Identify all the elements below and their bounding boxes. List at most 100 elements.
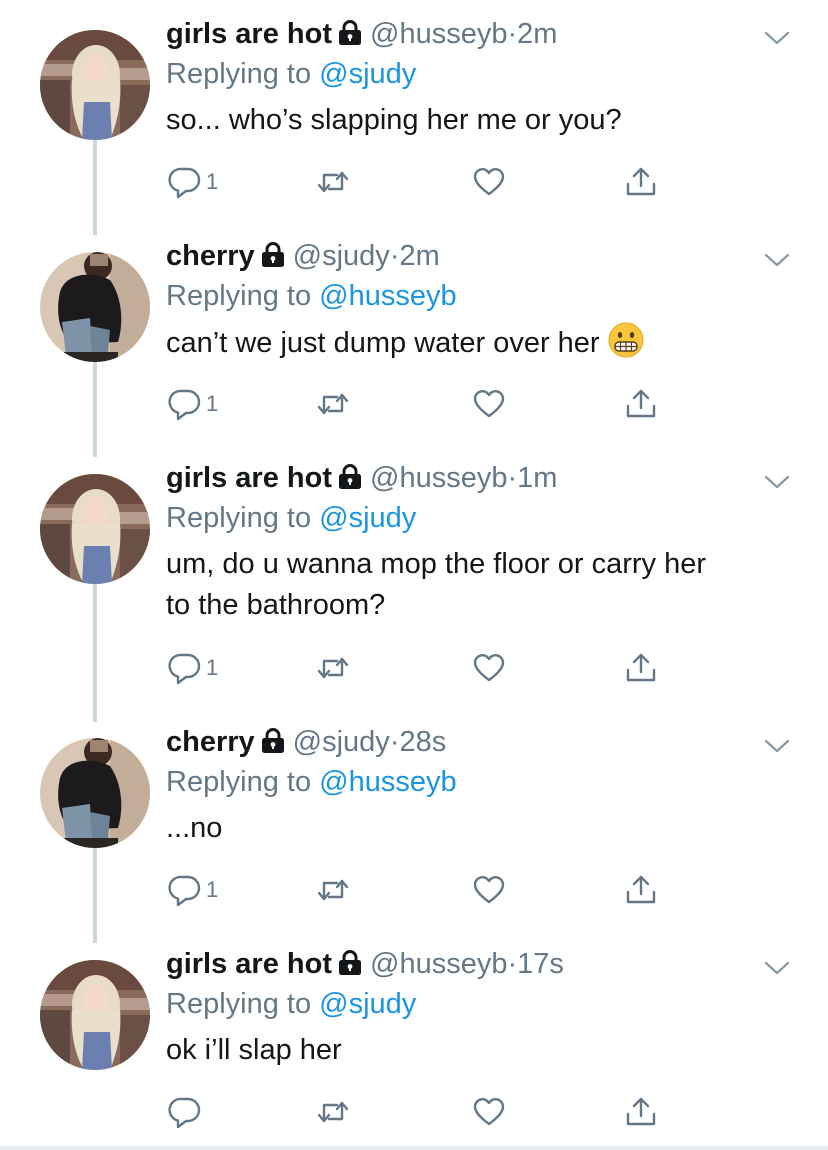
tweet-actions: 1 — [166, 386, 686, 422]
tweet-actions: 1 — [166, 650, 686, 686]
avatar[interactable] — [40, 960, 150, 1070]
reply-icon — [168, 387, 202, 421]
reply-icon — [168, 1095, 202, 1129]
tweet-text: can’t we just dump water over her — [166, 322, 798, 364]
retweet-button[interactable] — [316, 386, 350, 422]
like-button[interactable] — [472, 164, 506, 200]
avatar[interactable] — [40, 30, 150, 140]
tweet-text: so... who’s slapping her me or you? — [166, 104, 622, 136]
share-button[interactable] — [624, 386, 658, 422]
display-name[interactable]: cherry — [166, 240, 255, 272]
divider — [0, 1146, 828, 1150]
tweet-actions — [166, 1094, 686, 1130]
replying-to: Replying to @husseyb — [166, 276, 798, 316]
tweet-text: ...no — [166, 812, 223, 844]
tweet-text: ok i’ll slap her — [166, 1034, 342, 1066]
retweet-button[interactable] — [316, 164, 350, 200]
separator: · — [507, 948, 518, 980]
replying-prefix: Replying to — [166, 58, 312, 90]
thread-connector — [93, 848, 97, 943]
avatar[interactable] — [40, 252, 150, 362]
lock-icon — [338, 461, 362, 487]
heart-icon — [472, 1095, 506, 1129]
tweet-text-content: can’t we just dump water over her — [166, 327, 600, 359]
share-button[interactable] — [624, 872, 658, 908]
like-button[interactable] — [472, 1094, 506, 1130]
reply-button[interactable] — [168, 1094, 202, 1130]
separator: · — [507, 462, 518, 494]
thread-connector — [93, 362, 97, 457]
reply-icon — [168, 165, 202, 199]
thread-connector — [93, 584, 97, 722]
avatar[interactable] — [40, 474, 150, 584]
retweet-icon — [316, 873, 350, 907]
lock-icon — [261, 725, 285, 751]
timestamp[interactable]: 17s — [517, 948, 564, 980]
retweet-button[interactable] — [316, 872, 350, 908]
retweet-button[interactable] — [316, 1094, 350, 1130]
replying-to: Replying to @husseyb — [166, 762, 798, 802]
reply-button[interactable]: 1 — [168, 164, 218, 200]
lock-icon — [261, 239, 285, 265]
replying-prefix: Replying to — [166, 988, 312, 1020]
reply-icon — [168, 873, 202, 907]
display-name[interactable]: girls are hot — [166, 18, 332, 50]
like-button[interactable] — [472, 872, 506, 908]
lock-icon — [338, 947, 362, 973]
share-icon — [624, 165, 658, 199]
timestamp[interactable]: 28s — [399, 726, 446, 758]
share-button[interactable] — [624, 164, 658, 200]
heart-icon — [472, 387, 506, 421]
tweet-text: um, do u wanna mop the floor or carry he… — [166, 544, 798, 626]
replying-prefix: Replying to — [166, 502, 312, 534]
replying-to: Replying to @sjudy — [166, 54, 798, 94]
retweet-icon — [316, 651, 350, 685]
mention-link[interactable]: @husseyb — [319, 766, 456, 798]
like-button[interactable] — [472, 386, 506, 422]
timestamp[interactable]: 2m — [399, 240, 439, 272]
replying-to: Replying to @sjudy — [166, 498, 798, 538]
reply-button[interactable]: 1 — [168, 872, 218, 908]
share-icon — [624, 873, 658, 907]
replying-prefix: Replying to — [166, 280, 312, 312]
replying-to: Replying to @sjudy — [166, 984, 798, 1024]
like-button[interactable] — [472, 650, 506, 686]
share-icon — [624, 651, 658, 685]
display-name[interactable]: girls are hot — [166, 462, 332, 494]
handle[interactable]: @sjudy — [293, 240, 390, 272]
reply-count: 1 — [206, 391, 219, 416]
display-name[interactable]: girls are hot — [166, 948, 332, 980]
retweet-icon — [316, 1095, 350, 1129]
share-button[interactable] — [624, 1094, 658, 1130]
grimacing-face-emoji — [608, 322, 644, 358]
handle[interactable]: @sjudy — [293, 726, 390, 758]
retweet-icon — [316, 387, 350, 421]
heart-icon — [472, 651, 506, 685]
lock-icon — [338, 17, 362, 43]
mention-link[interactable]: @sjudy — [319, 988, 416, 1020]
heart-icon — [472, 873, 506, 907]
mention-link[interactable]: @husseyb — [319, 280, 456, 312]
retweet-button[interactable] — [316, 650, 350, 686]
share-icon — [624, 387, 658, 421]
timestamp[interactable]: 1m — [517, 462, 557, 494]
reply-button[interactable]: 1 — [168, 650, 218, 686]
mention-link[interactable]: @sjudy — [319, 502, 416, 534]
avatar[interactable] — [40, 738, 150, 848]
display-name[interactable]: cherry — [166, 726, 255, 758]
tweet-actions: 1 — [166, 164, 686, 200]
mention-link[interactable]: @sjudy — [319, 58, 416, 90]
reply-count: 1 — [206, 655, 219, 680]
thread-connector — [93, 140, 97, 235]
handle[interactable]: @husseyb — [370, 18, 507, 50]
share-button[interactable] — [624, 650, 658, 686]
timestamp[interactable]: 2m — [517, 18, 557, 50]
reply-icon — [168, 651, 202, 685]
reply-count: 1 — [206, 877, 219, 902]
reply-button[interactable]: 1 — [168, 386, 218, 422]
tweet-text-line: to the bathroom? — [166, 589, 386, 621]
handle[interactable]: @husseyb — [370, 948, 507, 980]
tweet-text-line: um, do u wanna mop the floor or carry he… — [166, 548, 706, 580]
handle[interactable]: @husseyb — [370, 462, 507, 494]
separator: · — [507, 18, 518, 50]
